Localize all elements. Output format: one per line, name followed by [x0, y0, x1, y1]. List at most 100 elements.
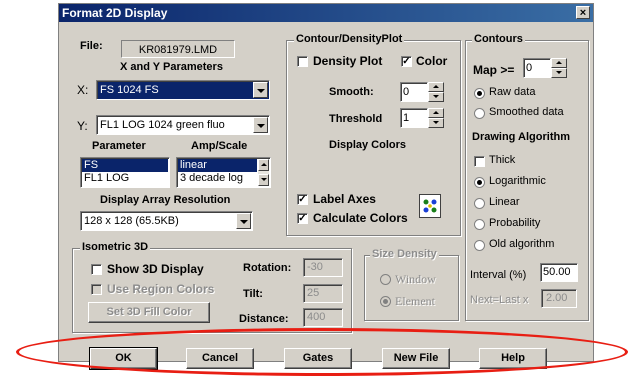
density-plot-checkbox[interactable] — [297, 56, 308, 67]
ok-button[interactable]: OK — [89, 347, 158, 370]
scroll-up-icon[interactable] — [258, 159, 269, 171]
window-title: Format 2D Display — [62, 6, 168, 20]
check-icon: ✓ — [298, 213, 307, 224]
file-name-display: KR081979.LMD — [121, 40, 235, 58]
size-density-group — [364, 255, 459, 321]
help-button[interactable]: Help — [479, 348, 547, 369]
parameter-item[interactable]: FS — [82, 159, 168, 172]
color-label: Color — [416, 54, 448, 68]
thick-checkbox[interactable] — [474, 156, 485, 167]
parameter-heading: Parameter — [92, 140, 146, 152]
check-icon: ✓ — [298, 194, 307, 205]
scroll-down-icon[interactable] — [258, 174, 269, 186]
color-palette-icon[interactable] — [419, 194, 441, 218]
amp-scale-item[interactable]: linear — [178, 159, 257, 172]
window-label: Window — [395, 272, 436, 286]
cancel-button[interactable]: Cancel — [186, 348, 254, 369]
contour-density-title: Contour/DensityPlot — [294, 33, 405, 45]
format-2d-display-dialog: Format 2D Display × File: KR081979.LMD X… — [58, 3, 594, 370]
spin-down-icon[interactable] — [428, 92, 444, 102]
amp-scale-scrollbar[interactable] — [258, 159, 269, 186]
drawing-algorithm-heading: Drawing Algorithm — [472, 131, 570, 143]
rotation-input[interactable]: -30 — [303, 258, 343, 277]
close-icon: × — [579, 7, 587, 19]
calculate-colors-label: Calculate Colors — [313, 211, 408, 225]
spin-down-icon[interactable] — [551, 68, 567, 78]
linear-radio[interactable] — [474, 198, 485, 209]
tilt-label: Tilt: — [243, 288, 263, 300]
y-parameter-select[interactable]: FL1 LOG 1024 green fluo — [96, 115, 270, 135]
map-spinner[interactable] — [551, 58, 567, 78]
gates-button[interactable]: Gates — [284, 348, 352, 369]
amp-scale-heading: Amp/Scale — [191, 140, 248, 152]
next-last-input[interactable]: 2.00 — [541, 289, 577, 308]
amp-scale-listbox[interactable]: linear 3 decade log — [176, 157, 271, 188]
spin-up-icon[interactable] — [428, 82, 444, 92]
isometric-3d-title: Isometric 3D — [80, 241, 151, 253]
distance-input[interactable]: 400 — [303, 308, 343, 327]
probability-radio[interactable] — [474, 219, 485, 230]
resolution-heading: Display Array Resolution — [100, 194, 231, 206]
label-axes-checkbox[interactable]: ✓ — [297, 194, 308, 205]
thick-label: Thick — [489, 154, 516, 166]
y-label: Y: — [77, 119, 88, 133]
spin-down-icon[interactable] — [428, 118, 444, 128]
smooth-input[interactable]: 0 — [400, 82, 428, 102]
x-parameter-select[interactable]: FS 1024 FS — [96, 80, 270, 100]
density-plot-label: Density Plot — [313, 54, 383, 68]
linear-label: Linear — [489, 196, 520, 208]
contours-title: Contours — [472, 33, 525, 45]
distance-label: Distance: — [239, 313, 289, 325]
spin-up-icon[interactable] — [551, 58, 567, 68]
file-label: File: — [80, 40, 103, 52]
x-parameter-value: FS 1024 FS — [100, 84, 159, 96]
interval-input[interactable]: 50.00 — [540, 263, 578, 282]
title-bar: Format 2D Display × — [59, 4, 593, 22]
old-algorithm-radio[interactable] — [474, 240, 485, 251]
calculate-colors-checkbox[interactable]: ✓ — [297, 213, 308, 224]
element-label: Element — [395, 294, 435, 308]
smooth-label: Smooth: — [329, 86, 374, 98]
smoothed-data-radio[interactable] — [474, 108, 485, 119]
use-region-colors-checkbox[interactable] — [91, 284, 102, 295]
display-colors-label: Display Colors — [329, 139, 407, 151]
x-label: X: — [77, 83, 89, 97]
set-3d-fill-color-button[interactable]: Set 3D Fill Color — [88, 302, 210, 323]
show-3d-label: Show 3D Display — [107, 262, 204, 276]
rotation-label: Rotation: — [243, 262, 292, 274]
raw-data-label: Raw data — [489, 86, 536, 98]
threshold-label: Threshold — [329, 113, 383, 125]
map-label: Map >= — [473, 63, 515, 77]
resolution-dropdown-arrow-icon[interactable] — [236, 213, 251, 229]
x-dropdown-arrow-icon[interactable] — [253, 82, 268, 98]
parameter-listbox[interactable]: FS FL1 LOG — [80, 157, 170, 188]
label-axes-label: Label Axes — [313, 192, 376, 206]
interval-label: Interval (%) — [470, 269, 527, 281]
map-input[interactable]: 0 — [523, 58, 551, 78]
color-checkbox[interactable]: ✓ — [401, 56, 412, 67]
spin-up-icon[interactable] — [428, 108, 444, 118]
resolution-select[interactable]: 128 x 128 (65.5KB) — [80, 211, 253, 231]
element-radio[interactable] — [380, 296, 391, 307]
smooth-spinner[interactable] — [428, 82, 444, 102]
resolution-value: 128 x 128 (65.5KB) — [84, 215, 179, 227]
size-density-title: Size Density — [370, 248, 439, 260]
logarithmic-radio[interactable] — [474, 177, 485, 188]
raw-data-radio[interactable] — [474, 88, 485, 99]
xy-parameters-heading: X and Y Parameters — [120, 61, 223, 73]
show-3d-checkbox[interactable] — [91, 264, 102, 275]
y-parameter-value: FL1 LOG 1024 green fluo — [100, 119, 225, 131]
threshold-input[interactable]: 1 — [400, 108, 428, 128]
use-region-colors-label: Use Region Colors — [107, 282, 215, 296]
logarithmic-label: Logarithmic — [489, 175, 546, 187]
parameter-item[interactable]: FL1 LOG — [82, 172, 168, 185]
probability-label: Probability — [489, 217, 541, 229]
amp-scale-item[interactable]: 3 decade log — [178, 172, 257, 185]
window-radio[interactable] — [380, 274, 391, 285]
new-file-button[interactable]: New File — [382, 348, 450, 369]
close-button[interactable]: × — [576, 6, 590, 19]
smoothed-data-label: Smoothed data — [489, 106, 564, 118]
tilt-input[interactable]: 25 — [303, 284, 343, 303]
threshold-spinner[interactable] — [428, 108, 444, 128]
y-dropdown-arrow-icon[interactable] — [253, 117, 268, 133]
